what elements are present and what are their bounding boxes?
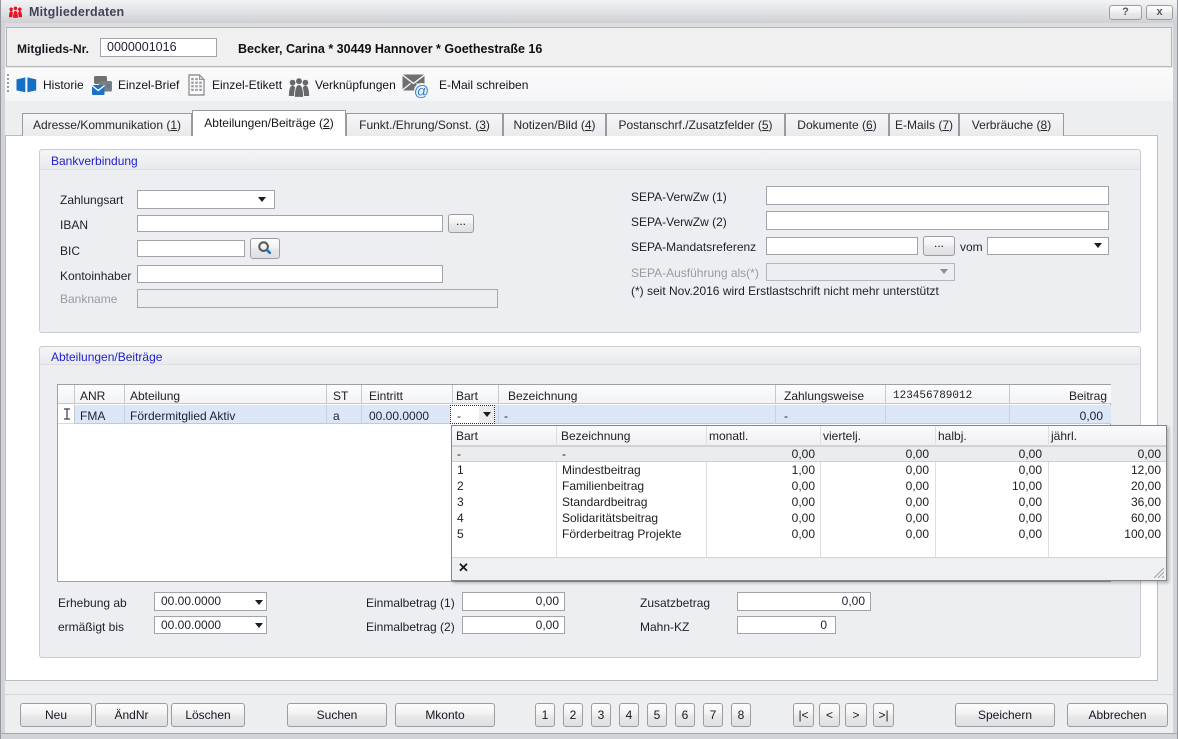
svg-text:@: @ bbox=[414, 83, 429, 99]
